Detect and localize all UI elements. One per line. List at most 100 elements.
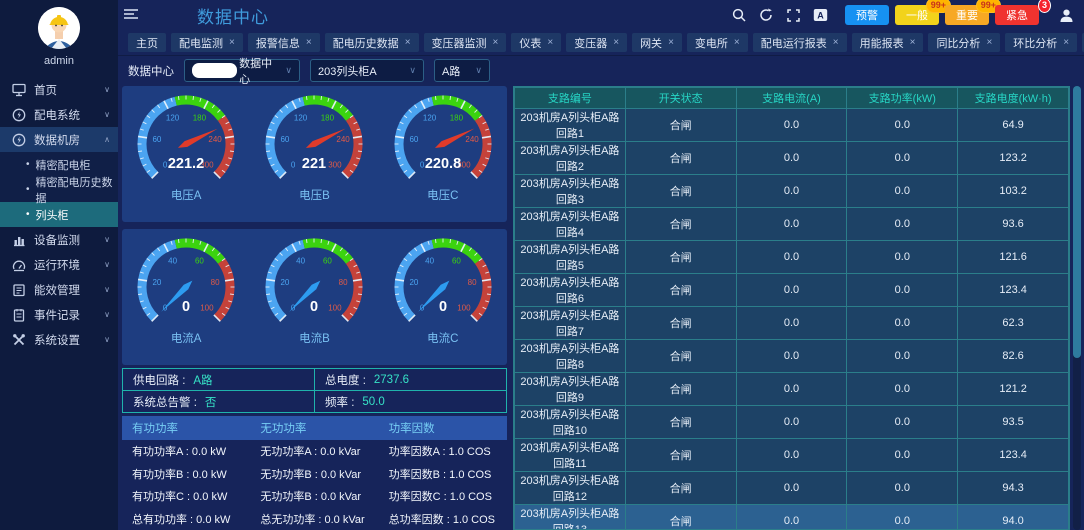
branch-cell: 0.0: [736, 406, 847, 439]
summary-value: 否: [205, 394, 217, 410]
right-column: 支路编号开关状态支路电流(A)支路功率(kW)支路电度(kW·h) 203机房A…: [513, 86, 1082, 530]
branch-cell: 0.0: [847, 241, 958, 274]
tab-环比分析[interactable]: 环比分析×: [1005, 33, 1077, 52]
sidebar-item-配电系统[interactable]: 配电系统∨: [0, 102, 118, 127]
tab-label: 仪表: [519, 35, 541, 51]
summary-label: 总电度 :: [325, 372, 366, 388]
sidebar-subitem-label: 精密配电历史数据: [36, 174, 118, 206]
summary-cell-总电度: 总电度 :2737.6: [315, 369, 507, 391]
tab-变压器[interactable]: 变压器×: [566, 33, 627, 52]
table-row[interactable]: 203机房A列头柜A路回路8合闸0.00.082.6: [515, 340, 1069, 373]
sidebar-item-事件记录[interactable]: 事件记录∨: [0, 302, 118, 327]
tab-同比分析[interactable]: 同比分析 ×: [928, 33, 1000, 52]
sidebar-item-label: 数据机房: [34, 132, 104, 148]
table-row[interactable]: 203机房A列头柜A路回路3合闸0.00.0103.2: [515, 175, 1069, 208]
tab-配电历史数据[interactable]: 配电历史数据×: [325, 33, 419, 52]
close-icon[interactable]: ×: [668, 37, 674, 48]
close-icon[interactable]: ×: [833, 37, 839, 48]
branch-cell: 合闸: [625, 142, 736, 175]
close-icon[interactable]: ×: [405, 37, 411, 48]
gauge-电流A: 0204060801000电流A: [122, 235, 250, 365]
sidebar-item-运行环境[interactable]: 运行环境∨: [0, 252, 118, 277]
table-row[interactable]: 203机房A列头柜A路回路1合闸0.00.064.9: [515, 109, 1069, 142]
branch-cell: 0.0: [847, 439, 958, 472]
refresh-icon[interactable]: [758, 7, 774, 23]
sidebar-item-设备监测[interactable]: 设备监测∨: [0, 227, 118, 252]
close-icon[interactable]: ×: [613, 37, 619, 48]
tab-仪表[interactable]: 仪表 ×: [511, 33, 561, 52]
branch-cell: 0.0: [847, 175, 958, 208]
chevron-up-icon: ∧: [104, 135, 110, 144]
tab-用能报表[interactable]: 用能报表×: [852, 33, 924, 52]
tab-配电运行报表[interactable]: 配电运行报表 ×: [753, 33, 847, 52]
svg-text:240: 240: [209, 135, 223, 144]
sidebar-subitem-列头柜[interactable]: •列头柜: [0, 202, 118, 227]
branch-cell: 合闸: [625, 274, 736, 307]
close-icon[interactable]: ×: [910, 37, 916, 48]
hamburger-menu-icon[interactable]: [124, 7, 142, 24]
table-row[interactable]: 203机房A列头柜A路回路11合闸0.00.0123.4: [515, 439, 1069, 472]
table-row[interactable]: 203机房A列头柜A路回路10合闸0.00.093.5: [515, 406, 1069, 439]
cabinet-select[interactable]: 203列头柜A∨: [310, 59, 424, 82]
tab-变电所[interactable]: 变电所×: [687, 33, 748, 52]
summary-value: 50.0: [362, 396, 384, 408]
sidebar-subitem-label: 列头柜: [36, 207, 69, 223]
table-row[interactable]: 203机房A列头柜A路回路4合闸0.00.093.6: [515, 208, 1069, 241]
alert-button-紧急[interactable]: 紧急: [995, 5, 1039, 25]
close-icon[interactable]: ×: [306, 37, 312, 48]
tab-报警信息[interactable]: 报警信息×: [248, 33, 320, 52]
branch-header-cell: 开关状态: [625, 88, 736, 109]
language-icon[interactable]: A: [812, 7, 828, 23]
table-row[interactable]: 203机房A列头柜A路回路2合闸0.00.0123.2: [515, 142, 1069, 175]
tab-网关[interactable]: 网关×: [632, 33, 682, 52]
close-icon[interactable]: ×: [547, 37, 553, 48]
user-icon[interactable]: [1058, 7, 1074, 23]
tab-主页[interactable]: 主页: [128, 33, 166, 52]
fullscreen-icon[interactable]: [785, 7, 801, 23]
svg-text:0: 0: [439, 299, 447, 315]
branch-cell: 0.0: [847, 472, 958, 505]
tab-label: 同比分析: [936, 35, 980, 51]
table-row[interactable]: 203机房A列头柜A路回路13合闸0.00.094.0: [515, 505, 1069, 530]
search-icon[interactable]: [731, 7, 747, 23]
close-icon[interactable]: ×: [493, 37, 499, 48]
scrollbar-thumb[interactable]: [1073, 86, 1081, 358]
branch-cell: 0.0: [736, 472, 847, 505]
datacenter-select[interactable]: 数据中心∨: [184, 59, 300, 82]
topbar-actions: A 预警一般99+重要99+紧急3: [731, 5, 1074, 25]
branch-cell: 203机房A列头柜A路回路7: [515, 307, 626, 340]
user-avatar[interactable]: [38, 7, 80, 49]
power-row: 总有功功率 : 0.0 kW总无功功率 : 0.0 kVar总功率因数 : 1.…: [122, 508, 507, 530]
tab-label: 配电运行报表: [761, 35, 827, 51]
close-icon[interactable]: ×: [229, 37, 235, 48]
summary-grid: 供电回路 :A路总电度 :2737.6系统总告警 :否频率 :50.0: [122, 368, 507, 413]
table-row[interactable]: 203机房A列头柜A路回路9合闸0.00.0121.2: [515, 373, 1069, 406]
branch-cell: 93.5: [958, 406, 1069, 439]
table-row[interactable]: 203机房A列头柜A路回路7合闸0.00.062.3: [515, 307, 1069, 340]
sidebar-item-能效管理[interactable]: 能效管理∨: [0, 277, 118, 302]
close-icon[interactable]: ×: [986, 37, 992, 48]
sidebar-item-数据机房[interactable]: 数据机房∧: [0, 127, 118, 152]
branch-cell: 64.9: [958, 109, 1069, 142]
table-row[interactable]: 203机房A列头柜A路回路5合闸0.00.0121.6: [515, 241, 1069, 274]
scrollbar-track[interactable]: [1073, 86, 1081, 530]
alert-button-预警[interactable]: 预警: [845, 5, 889, 25]
summary-label: 系统总告警 :: [133, 394, 197, 410]
branch-cell: 94.3: [958, 472, 1069, 505]
app-root: admin 首页∨配电系统∨数据机房∧•精密配电柜•精密配电历史数据•列头柜设备…: [0, 0, 1084, 530]
circuit-select[interactable]: A路∨: [434, 59, 490, 82]
svg-text:20: 20: [153, 278, 162, 287]
sidebar-item-系统设置[interactable]: 系统设置∨: [0, 327, 118, 352]
event-log-icon: [12, 308, 27, 322]
close-icon[interactable]: ×: [734, 37, 740, 48]
sidebar-item-首页[interactable]: 首页∨: [0, 77, 118, 102]
branch-cell: 合闸: [625, 208, 736, 241]
svg-text:60: 60: [195, 256, 204, 265]
sidebar-subitem-精密配电历史数据[interactable]: •精密配电历史数据: [0, 177, 118, 202]
close-icon[interactable]: ×: [1063, 37, 1069, 48]
table-row[interactable]: 203机房A列头柜A路回路12合闸0.00.094.3: [515, 472, 1069, 505]
tab-变压器监测[interactable]: 变压器监测×: [424, 33, 507, 52]
tab-配电监测[interactable]: 配电监测×: [171, 33, 243, 52]
branch-cell: 203机房A列头柜A路回路6: [515, 274, 626, 307]
table-row[interactable]: 203机房A列头柜A路回路6合闸0.00.0123.4: [515, 274, 1069, 307]
